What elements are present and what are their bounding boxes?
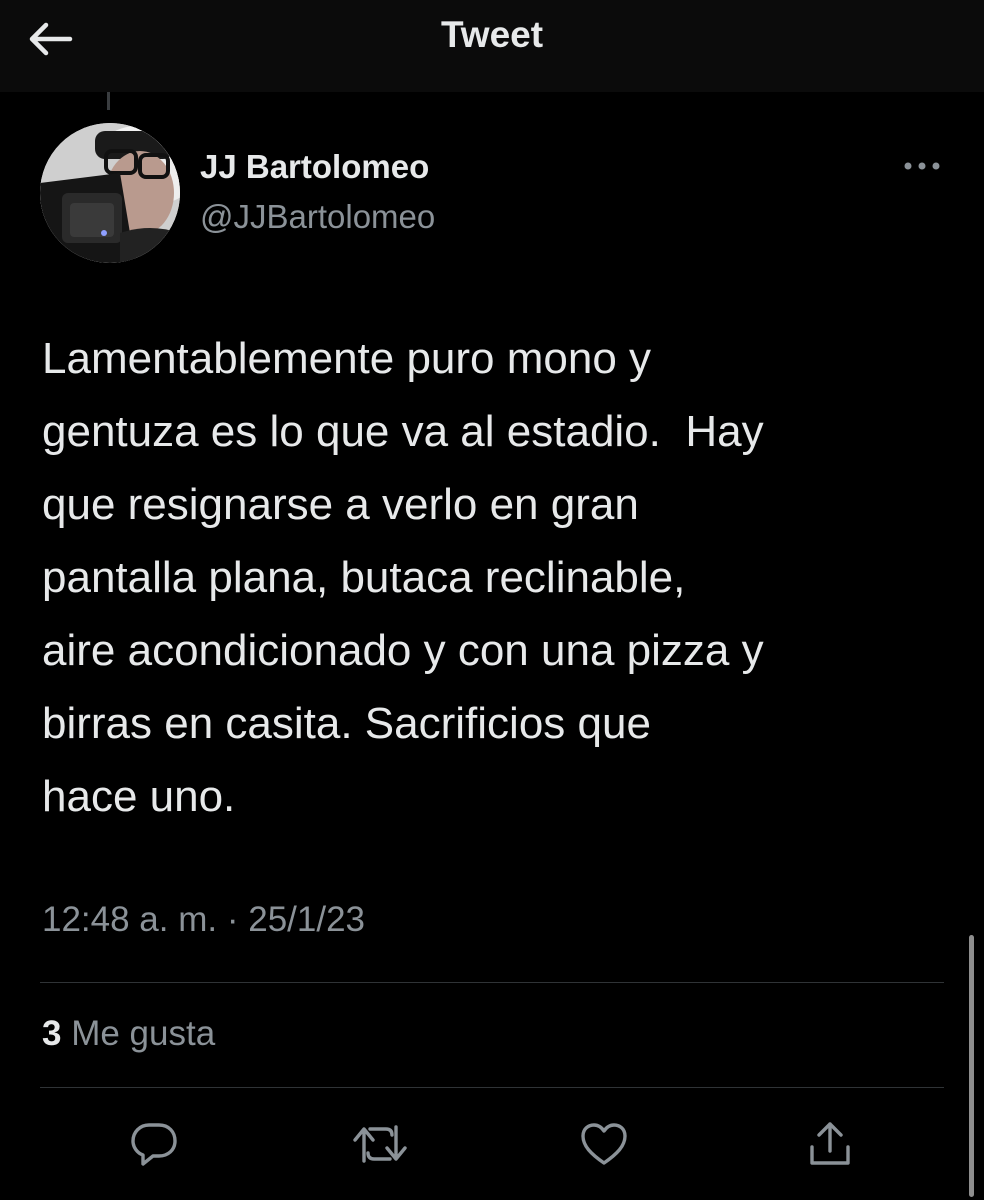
author-handle[interactable]: @JJBartolomeo xyxy=(200,198,435,236)
tweet-time: 12:48 a. m. xyxy=(42,900,218,939)
divider xyxy=(40,1087,944,1088)
tweet-actions-bar xyxy=(0,1112,984,1176)
page-title: Tweet xyxy=(440,14,544,55)
meta-separator: · xyxy=(226,900,239,939)
top-bar: Tweet xyxy=(0,0,984,92)
divider xyxy=(40,982,944,983)
scrollbar[interactable] xyxy=(969,935,974,1197)
author-name[interactable]: JJ Bartolomeo xyxy=(200,148,429,186)
tweet-timestamp[interactable]: 12:48 a. m. · 25/1/23 xyxy=(42,900,365,940)
share-icon xyxy=(810,1122,850,1165)
more-options-button[interactable] xyxy=(900,148,944,184)
retweet-button[interactable] xyxy=(348,1112,412,1176)
like-icon xyxy=(581,1123,627,1165)
likes-stat[interactable]: 3 Me gusta xyxy=(42,1014,215,1054)
tweet-text: Lamentablemente puro mono y gentuza es l… xyxy=(42,334,764,821)
thread-connector-line xyxy=(107,92,110,110)
avatar-photo xyxy=(40,123,180,263)
share-button[interactable] xyxy=(798,1112,862,1176)
reply-button[interactable] xyxy=(122,1112,186,1176)
likes-label: Me gusta xyxy=(71,1014,216,1053)
likes-count: 3 xyxy=(42,1014,62,1053)
tweet-date: 25/1/23 xyxy=(248,900,366,939)
reply-icon xyxy=(131,1123,177,1166)
more-horizontal-icon xyxy=(904,162,940,170)
like-button[interactable] xyxy=(572,1112,636,1176)
retweet-icon xyxy=(353,1125,407,1163)
avatar[interactable] xyxy=(40,123,180,263)
